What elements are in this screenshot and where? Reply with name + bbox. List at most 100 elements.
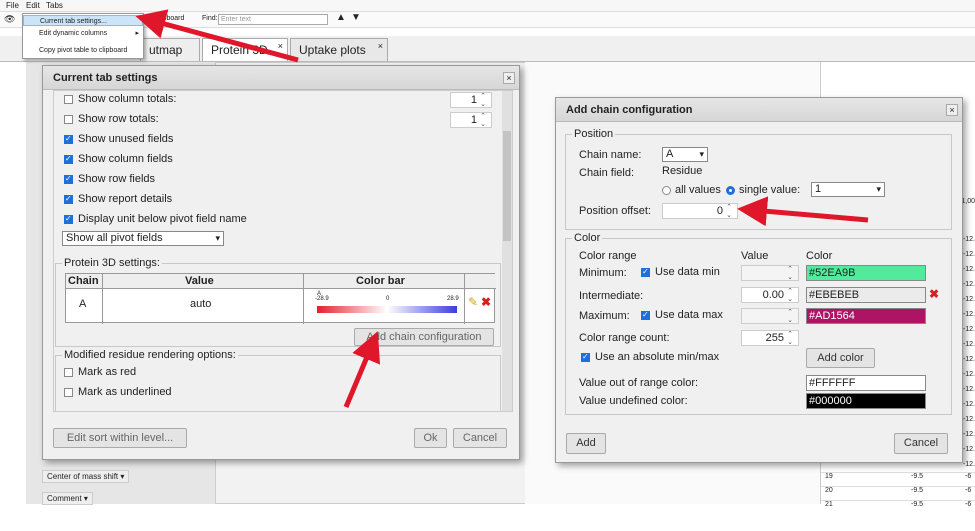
group-label: Modified residue rendering options: (62, 349, 238, 361)
position-offset-spinner[interactable]: 0 (662, 203, 738, 219)
out-of-range-color-swatch[interactable]: #FFFFFF (806, 375, 926, 391)
column-totals-spinner[interactable]: 1 (450, 92, 492, 108)
option-show-column-fields[interactable]: Show column fields (64, 153, 173, 165)
delete-icon[interactable]: ✖ (929, 287, 939, 301)
find-next-icon[interactable]: ▼ (351, 12, 361, 23)
checkbox[interactable] (64, 194, 73, 204)
chain-name-label: Chain name: (579, 149, 642, 161)
checkbox[interactable] (64, 387, 73, 397)
minimum-value-spinner[interactable] (741, 265, 799, 281)
tab-protein-3d[interactable]: Protein 3D × (202, 38, 288, 61)
value-cell: auto (190, 298, 212, 310)
intermediate-label: Intermediate: (579, 290, 644, 302)
settings-scrollbar[interactable] (502, 91, 512, 411)
group-label: Color (572, 232, 603, 244)
option-mark-red[interactable]: Mark as red (64, 366, 136, 378)
radio-button[interactable] (726, 185, 735, 195)
option-show-report-details[interactable]: Show report details (64, 193, 172, 205)
cancel-button[interactable]: Cancel (453, 428, 507, 448)
maximum-color-swatch[interactable]: #AD1564 (806, 308, 926, 324)
color-bar: A -28.9 0 28.9 (315, 291, 461, 315)
checkbox[interactable] (641, 267, 650, 277)
checkbox[interactable] (64, 174, 73, 184)
chain-table: Chain Value Color bar A auto A -28.9 0 2… (65, 273, 496, 324)
add-button[interactable]: Add (566, 433, 606, 454)
intermediate-color-swatch[interactable]: #EBEBEB (806, 287, 926, 303)
single-value-select[interactable]: 1 (811, 182, 885, 197)
intermediate-value-spinner[interactable]: 0.00 (741, 287, 799, 303)
use-data-min-checkbox[interactable]: Use data min (641, 266, 720, 278)
top-value: 1,00 (961, 198, 975, 205)
delete-icon[interactable]: ✖ (481, 295, 491, 309)
table-row: 21 -9.5 -6 (821, 500, 975, 514)
minimum-color-swatch[interactable]: #52EA9B (806, 265, 926, 281)
checkbox[interactable] (64, 94, 73, 104)
tab-utmap[interactable]: utmap (140, 38, 200, 61)
menu-item-copy-pivot[interactable]: Copy pivot table to clipboard (23, 45, 143, 56)
checkbox[interactable] (64, 114, 73, 124)
find-prev-icon[interactable]: ▲ (336, 12, 346, 23)
menu-file[interactable]: File (6, 1, 19, 10)
cancel-button[interactable]: Cancel (894, 433, 948, 454)
field-center-of-mass[interactable]: Center of mass shift ▾ (42, 470, 130, 483)
checkbox[interactable] (64, 214, 73, 224)
find-label: Find: (202, 15, 218, 22)
close-icon[interactable]: × (378, 35, 383, 57)
edit-sort-button[interactable]: Edit sort within level... (53, 428, 187, 448)
header-color-bar: Color bar (356, 275, 405, 287)
option-mark-underlined[interactable]: Mark as underlined (64, 386, 172, 398)
eye-icon[interactable]: 👁 (4, 14, 15, 25)
edit-pencil-icon[interactable]: ✎ (468, 295, 478, 309)
option-display-unit[interactable]: Display unit below pivot field name (64, 213, 247, 225)
checkbox[interactable] (64, 154, 73, 164)
radio-single-value[interactable]: single value: (726, 184, 800, 196)
close-icon[interactable]: × (503, 72, 515, 84)
out-of-range-label: Value out of range color: (579, 377, 699, 389)
maximum-label: Maximum: (579, 310, 630, 322)
row-totals-spinner[interactable]: 1 (450, 112, 492, 128)
menu-tabs[interactable]: Tabs (46, 1, 63, 10)
option-show-column-totals[interactable]: Show column totals: (64, 93, 176, 105)
position-offset-label: Position offset: (579, 205, 651, 217)
color-gradient (317, 306, 457, 313)
radio-all-values[interactable]: all values (662, 184, 721, 196)
option-show-row-fields[interactable]: Show row fields (64, 173, 155, 185)
absolute-minmax-checkbox[interactable]: Use an absolute min/max (581, 351, 719, 363)
color-bar-mid: 0 (386, 296, 390, 302)
add-color-button[interactable]: Add color (806, 348, 875, 368)
clipboard-label: clipboard (156, 15, 185, 22)
field-comment[interactable]: Comment ▾ (42, 492, 93, 505)
chain-field-label: Chain field: (579, 167, 635, 179)
tab-uptake-plots[interactable]: Uptake plots × (290, 38, 388, 61)
ok-button[interactable]: Ok (414, 428, 447, 448)
checkbox[interactable] (641, 310, 650, 320)
scrollbar-thumb[interactable] (503, 131, 511, 241)
checkbox[interactable] (64, 134, 73, 144)
position-group: Position Chain name: A Chain field: Resi… (565, 128, 952, 230)
chain-name-select[interactable]: A (662, 147, 708, 162)
radio-button[interactable] (662, 185, 671, 195)
close-icon[interactable]: × (946, 104, 958, 116)
chain-field-value: Residue (662, 165, 703, 177)
maximum-value-spinner[interactable] (741, 308, 799, 324)
option-show-row-totals[interactable]: Show row totals: (64, 113, 159, 125)
add-chain-configuration-dialog: Add chain configuration × Position Chain… (555, 97, 963, 463)
menu-edit[interactable]: Edit (26, 1, 40, 10)
option-show-unused-fields[interactable]: Show unused fields (64, 133, 173, 145)
value-header: Value (741, 250, 769, 262)
chain-cell: A (79, 298, 87, 310)
undefined-color-swatch[interactable]: #000000 (806, 393, 926, 409)
color-range-count-spinner[interactable]: 255 (741, 330, 799, 346)
find-input[interactable]: Enter text (218, 14, 328, 25)
dialog-title: Current tab settings (43, 66, 519, 90)
checkbox[interactable] (581, 352, 590, 362)
use-data-max-checkbox[interactable]: Use data max (641, 309, 723, 321)
current-tab-settings-dialog: Current tab settings × Show column total… (42, 65, 520, 460)
add-chain-configuration-button[interactable]: Add chain configuration (354, 328, 494, 346)
close-icon[interactable]: × (278, 35, 283, 57)
pivot-fields-select[interactable]: Show all pivot fields (62, 231, 224, 246)
menu-item-edit-dynamic-columns[interactable]: Edit dynamic columns ▸ (23, 28, 143, 39)
menu-item-current-tab-settings[interactable]: Current tab settings... (23, 15, 143, 26)
checkbox[interactable] (64, 367, 73, 377)
table-row: 19 -9.5 -6 (821, 472, 975, 486)
